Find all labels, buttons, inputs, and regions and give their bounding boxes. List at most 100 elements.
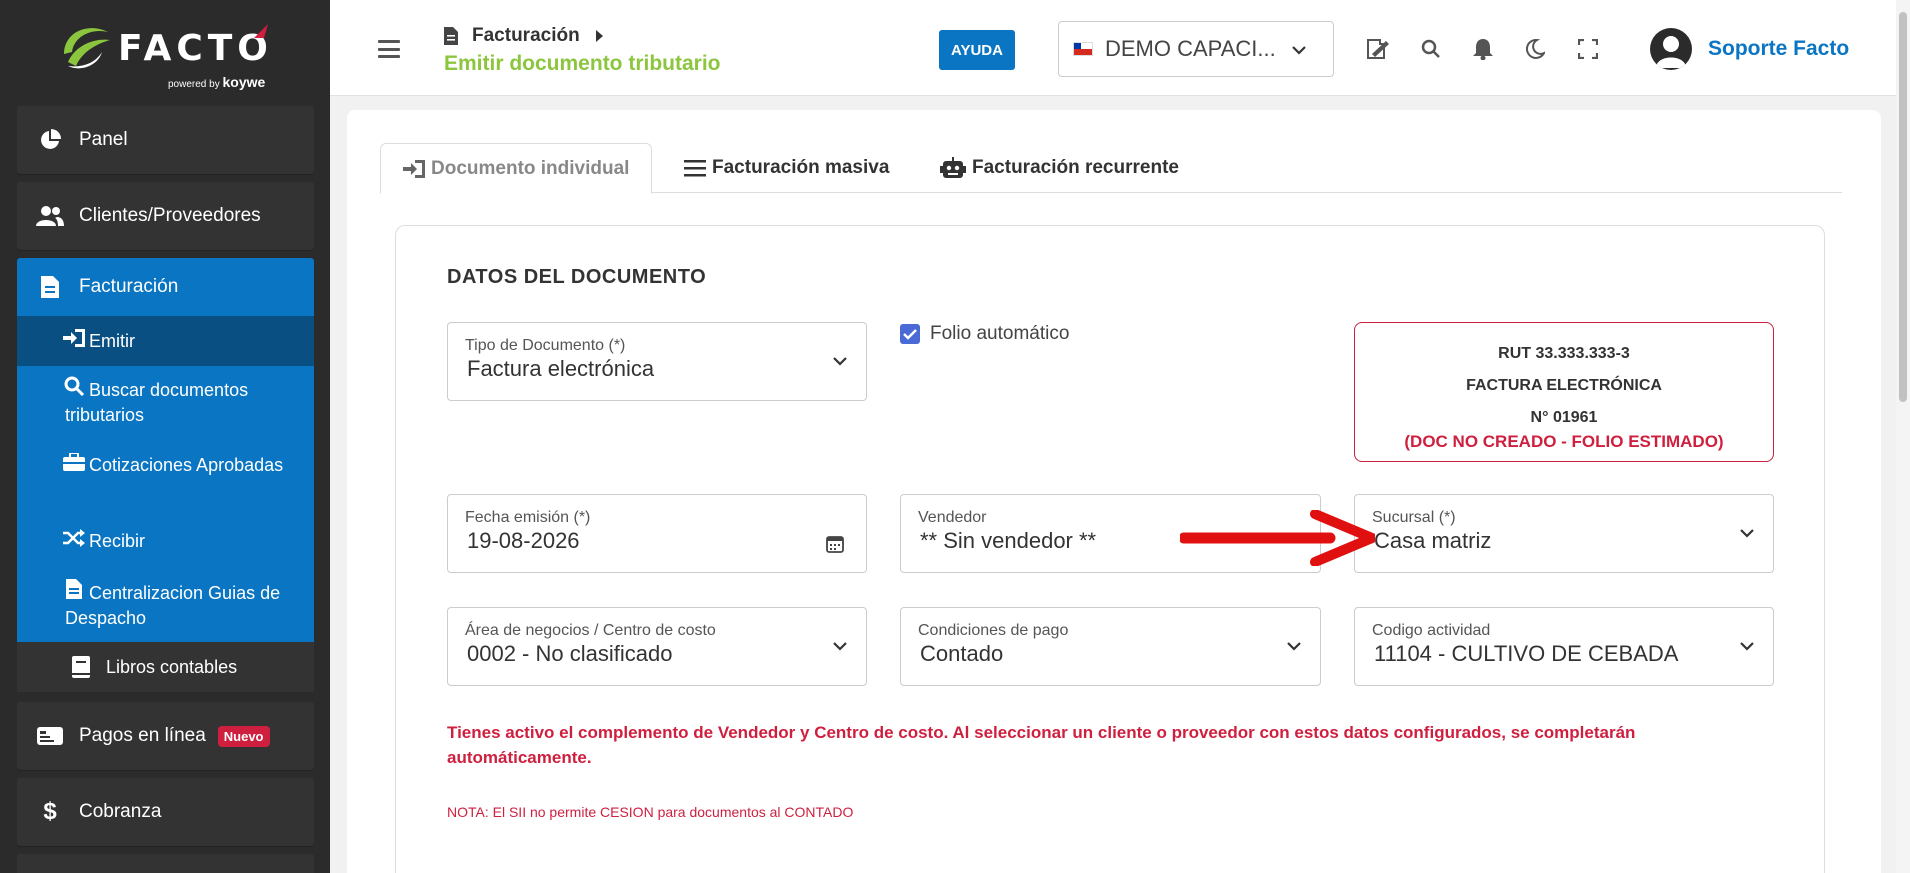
page-scrollbar[interactable] [1896, 0, 1910, 873]
field-value: Casa matriz [1374, 528, 1492, 553]
sidebar-item-more[interactable] [17, 854, 314, 873]
sidebar-item-label: Clientes/Proveedores [79, 205, 261, 226]
submenu-item-buscar[interactable]: Buscar documentos tributarios [17, 376, 314, 428]
folio-automatico-checkbox[interactable]: Folio automático [900, 323, 1069, 345]
company-name: DEMO CAPACI... [1105, 36, 1276, 61]
sidebar-item-label: Panel [79, 129, 128, 150]
sidebar-item-label: Libros contables [106, 656, 238, 677]
calendar-icon[interactable] [826, 535, 844, 553]
breadcrumb-parent[interactable]: Facturación [472, 25, 580, 47]
submenu-item-label: Emitir [89, 330, 135, 351]
avatar[interactable] [1650, 28, 1692, 70]
doc-type: FACTURA ELECTRÓNICA [1466, 377, 1662, 394]
shuffle-icon [63, 529, 85, 554]
sidebar-item-label: Pagos en línea [79, 725, 206, 746]
caret-right-icon [595, 30, 603, 42]
document-preview-box: RUT 33.333.333-3 FACTURA ELECTRÓNICA N° … [1354, 322, 1774, 462]
by-text: by [209, 79, 220, 90]
tab-facturacion-masiva[interactable]: Facturación masiva [684, 143, 889, 193]
logo-powered-by: powered by koywe [168, 74, 265, 90]
sidebar-item-label: Cobranza [79, 801, 162, 822]
tab-documento-individual[interactable]: Documento individual [380, 143, 653, 194]
red-arrow-annotation [1180, 510, 1375, 566]
condiciones-pago-select[interactable]: Condiciones de pago Contado [900, 607, 1321, 686]
submenu-item-label: Centralizacion Guias de Despacho [65, 583, 281, 628]
user-name[interactable]: Soporte Facto [1708, 37, 1849, 61]
field-label: Sucursal (*) [1372, 509, 1456, 526]
field-value: 0002 - No clasificado [467, 641, 673, 666]
chile-flag-icon [1073, 42, 1093, 56]
tabs: Documento individual Facturación masiva … [380, 143, 1842, 194]
submenu-item-emitir[interactable]: Emitir [17, 316, 314, 366]
facto-swoosh-icon [64, 28, 110, 69]
submenu-item-centralizacion[interactable]: Centralizacion Guias de Despacho [17, 579, 314, 631]
field-value: Factura electrónica [467, 356, 655, 381]
facto-logo[interactable]: FACTO powered by koywe [58, 16, 278, 90]
scroll-thumb[interactable] [1899, 12, 1907, 402]
dollar-icon: $ [43, 798, 57, 825]
checkbox-label: Folio automático [930, 323, 1070, 344]
doc-rut: RUT 33.333.333-3 [1498, 345, 1630, 362]
facturacion-submenu: Emitir Buscar documentos tributarios Cot… [17, 316, 314, 642]
fullscreen-icon[interactable] [1575, 36, 1601, 62]
powered-text: powered [168, 79, 207, 90]
moon-icon[interactable] [1522, 36, 1548, 62]
hamburger-menu-icon[interactable] [378, 40, 400, 58]
sidebar-item-facturacion[interactable]: Facturación [17, 258, 314, 316]
submenu-item-recibir[interactable]: Recibir [17, 529, 314, 554]
checkbox-checked-icon[interactable] [900, 324, 920, 344]
doc-status: (DOC NO CREADO - FOLIO ESTIMADO) [1404, 432, 1724, 451]
top-bar: Facturación Emitir documento tributario … [330, 0, 1896, 96]
sidebar-item-libros[interactable]: Libros contables [17, 642, 314, 692]
field-value: ** Sin vendedor ** [920, 528, 1097, 553]
sidebar-item-label: Facturación [79, 276, 179, 297]
field-value: 19-08-2026 [467, 528, 580, 553]
chevron-down-icon [833, 357, 847, 366]
area-negocios-select[interactable]: Área de negocios / Centro de costo 0002 … [447, 607, 867, 686]
sidebar-item-panel[interactable]: Panel [17, 106, 314, 174]
doc-number: N° 01961 [1530, 409, 1598, 426]
chevron-down-icon [1292, 46, 1306, 55]
tab-label: Facturación recurrente [972, 157, 1179, 178]
company-select[interactable]: DEMO CAPACI... [1058, 21, 1334, 77]
briefcase-icon [63, 452, 85, 478]
field-label: Codigo actividad [1372, 622, 1491, 639]
chevron-down-icon [1740, 642, 1754, 651]
tab-label: Documento individual [431, 157, 630, 179]
field-label: Vendedor [918, 509, 987, 526]
search-icon[interactable] [1418, 36, 1444, 62]
sidebar-item-cobranza[interactable]: $ Cobranza [17, 778, 314, 846]
list-icon [684, 159, 706, 177]
field-label: Tipo de Documento (*) [465, 337, 626, 354]
help-button[interactable]: AYUDA [939, 30, 1015, 70]
sucursal-select[interactable]: Sucursal (*) Casa matriz [1354, 494, 1774, 573]
robot-icon [940, 157, 966, 179]
book-icon [72, 656, 94, 678]
field-label: Área de negocios / Centro de costo [465, 622, 716, 639]
sidebar-item-clientes[interactable]: Clientes/Proveedores [17, 182, 314, 250]
field-label: Fecha emisión (*) [465, 509, 591, 526]
sidebar: FACTO powered by koywe Panel Clientes/Pr… [0, 0, 330, 873]
tipo-documento-select[interactable]: Tipo de Documento (*) Factura electrónic… [447, 322, 867, 401]
section-title: DATOS DEL DOCUMENTO [447, 266, 707, 288]
signature-icon[interactable] [1365, 36, 1391, 62]
money-bill-icon [35, 725, 65, 747]
new-badge: Nuevo [217, 725, 270, 747]
chevron-down-icon [1740, 529, 1754, 538]
sidebar-item-pagos[interactable]: Pagos en línea Nuevo [17, 702, 314, 770]
fecha-emision-field[interactable]: Fecha emisión (*) 19-08-2026 [447, 494, 867, 573]
chevron-down-icon [1287, 642, 1301, 651]
breadcrumb: Facturación [444, 25, 604, 47]
file-icon [63, 579, 85, 606]
bell-icon[interactable] [1470, 36, 1496, 62]
users-icon [35, 205, 65, 227]
logo-accent-icon [254, 24, 268, 38]
page-title: Emitir documento tributario [444, 52, 721, 75]
chevron-down-icon [833, 642, 847, 651]
codigo-actividad-select[interactable]: Codigo actividad 11104 - CULTIVO DE CEBA… [1354, 607, 1774, 686]
tab-facturacion-recurrente[interactable]: Facturación recurrente [940, 143, 1179, 193]
document-icon [444, 27, 458, 45]
partner-text: koywe [222, 74, 266, 90]
tab-label: Facturación masiva [712, 157, 890, 178]
submenu-item-cotizaciones[interactable]: Cotizaciones Aprobadas [17, 452, 314, 478]
